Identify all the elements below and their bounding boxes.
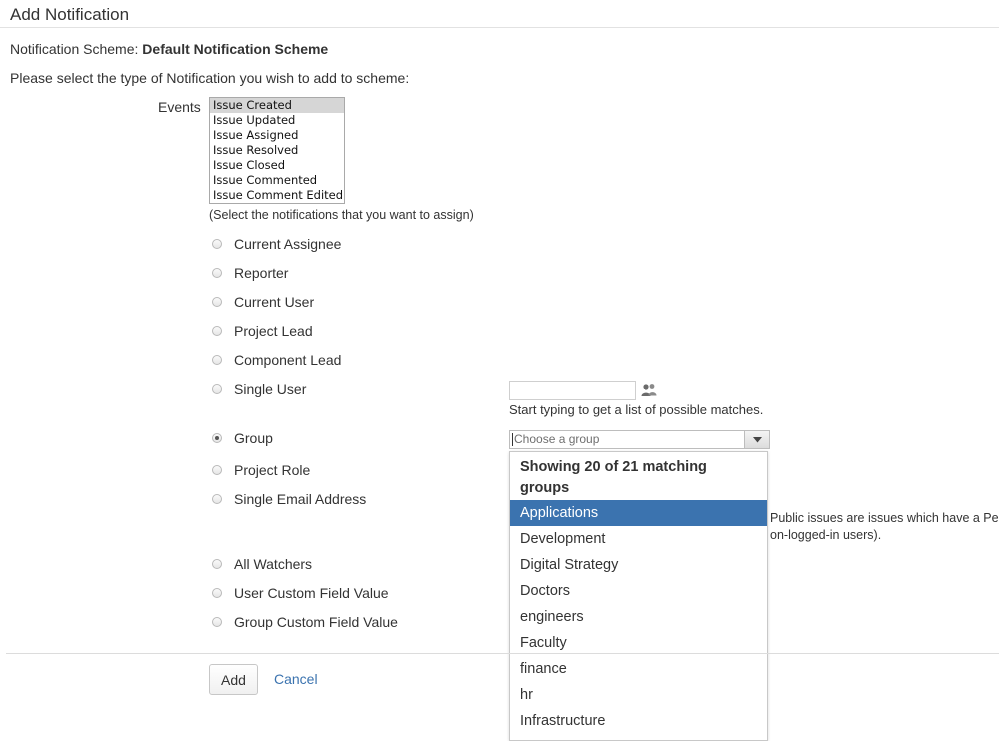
radio-single-email[interactable] [212,494,222,504]
radio-current-assignee[interactable] [212,239,222,249]
radio-group-custom-field[interactable] [212,617,222,627]
event-option-issue-updated[interactable]: Issue Updated [210,113,344,128]
group-option[interactable]: Applications [510,500,767,526]
radio-row-reporter[interactable]: Reporter [212,263,288,283]
event-option-issue-commented[interactable]: Issue Commented [210,173,344,188]
text-caret [512,433,513,446]
scheme-label: Notification Scheme: [10,41,139,57]
radio-user-custom-field[interactable] [212,588,222,598]
radio-row-all-watchers[interactable]: All Watchers [212,554,312,574]
radio-label-single-email: Single Email Address [234,491,367,507]
radio-row-current-user[interactable]: Current User [212,292,314,312]
page-title: Add Notification [10,5,130,24]
radio-row-single-email[interactable]: Single Email Address [212,489,366,509]
event-option-issue-closed[interactable]: Issue Closed [210,158,344,173]
group-option[interactable]: Infrastructure [510,708,767,734]
radio-label-reporter: Reporter [234,265,289,281]
user-picker-icon[interactable] [640,382,658,398]
group-suggestions-dropdown: Showing 20 of 21 matching groups Applica… [509,451,768,741]
radio-label-group-custom-field: Group Custom Field Value [234,614,398,630]
footer-divider [6,653,999,654]
radio-row-group[interactable]: Group [212,428,273,448]
instruction-text: Please select the type of Notification y… [10,70,410,86]
event-option-issue-created[interactable]: Issue Created [210,98,344,113]
radio-label-current-assignee: Current Assignee [234,236,342,252]
radio-component-lead[interactable] [212,355,222,365]
event-option-issue-resolved[interactable]: Issue Resolved [210,143,344,158]
scheme-name: Default Notification Scheme [142,41,329,57]
scheme-line: Notification Scheme: Default Notificatio… [10,41,328,57]
group-option[interactable]: Doctors [510,578,767,604]
radio-label-single-user: Single User [234,381,307,397]
radio-row-project-lead[interactable]: Project Lead [212,321,313,341]
radio-label-project-role: Project Role [234,462,311,478]
add-button[interactable]: Add [209,664,258,695]
event-option-issue-assigned[interactable]: Issue Assigned [210,128,344,143]
single-user-hint: Start typing to get a list of possible m… [509,402,764,417]
single-user-input[interactable] [509,381,636,400]
group-option[interactable]: Digital Strategy [510,552,767,578]
radio-label-project-lead: Project Lead [234,323,313,339]
radio-label-all-watchers: All Watchers [234,556,313,572]
radio-label-group: Group [234,430,273,446]
radio-current-user[interactable] [212,297,222,307]
group-select-placeholder: Choose a group [514,432,600,446]
radio-row-group-custom-field[interactable]: Group Custom Field Value [212,612,398,632]
radio-reporter[interactable] [212,268,222,278]
radio-row-component-lead[interactable]: Component Lead [212,350,341,370]
radio-project-role[interactable] [212,465,222,475]
group-option[interactable]: finance [510,656,767,682]
radio-all-watchers[interactable] [212,559,222,569]
group-dropdown-button[interactable] [744,431,769,448]
radio-row-user-custom-field[interactable]: User Custom Field Value [212,583,389,603]
cancel-link[interactable]: Cancel [274,671,318,687]
email-note-line-1: Public issues are issues which have a Pe [770,511,999,525]
radio-project-lead[interactable] [212,326,222,336]
email-note-line-2: on-logged-in users). [770,528,882,542]
radio-row-single-user[interactable]: Single User [212,379,306,399]
chevron-down-icon [752,436,762,442]
group-option[interactable]: engineers [510,604,767,630]
group-option[interactable]: hr [510,682,767,708]
events-label: Events [158,99,201,115]
radio-group[interactable] [212,433,222,443]
events-help-text: (Select the notifications that you want … [209,208,474,222]
radio-label-current-user: Current User [234,294,315,310]
group-select[interactable]: Choose a group [509,430,770,449]
radio-row-current-assignee[interactable]: Current Assignee [212,234,341,254]
suggestions-header: Showing 20 of 21 matching groups [520,459,707,496]
radio-single-user[interactable] [212,384,222,394]
group-option[interactable]: Development [510,526,767,552]
title-divider [0,27,999,28]
events-listbox[interactable]: Issue Created Issue Updated Issue Assign… [209,97,345,204]
radio-label-component-lead: Component Lead [234,352,342,368]
radio-row-project-role[interactable]: Project Role [212,460,310,480]
event-option-issue-comment-edited[interactable]: Issue Comment Edited [210,188,344,203]
radio-label-user-custom-field: User Custom Field Value [234,585,389,601]
